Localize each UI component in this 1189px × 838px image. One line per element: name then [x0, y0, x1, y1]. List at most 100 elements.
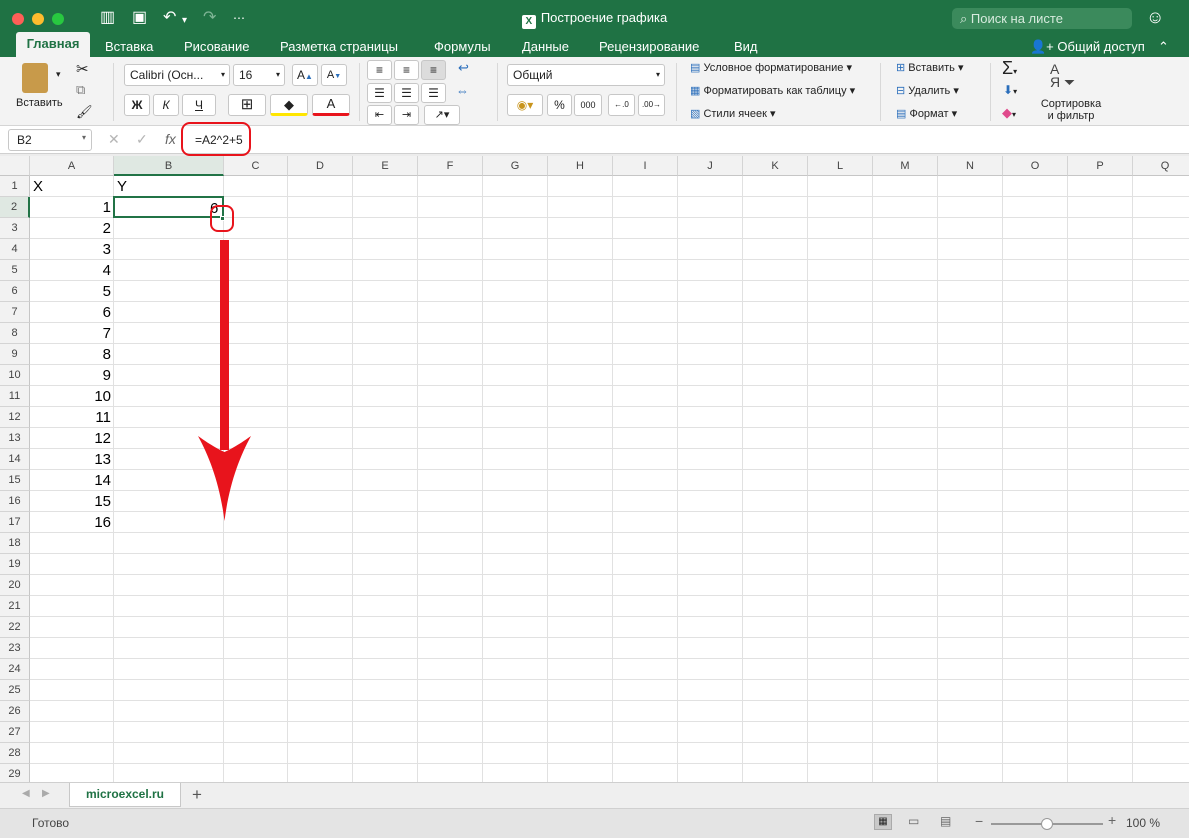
- row-header-28[interactable]: 28: [0, 743, 30, 764]
- align-bottom-icon[interactable]: ≡: [421, 60, 446, 80]
- row-header-16[interactable]: 16: [0, 491, 30, 512]
- cell-A17[interactable]: 16: [30, 512, 111, 533]
- paste-button-label[interactable]: Вставить: [16, 97, 63, 109]
- paste-dropdown-icon[interactable]: ▾: [56, 69, 61, 80]
- column-header-G[interactable]: G: [483, 156, 548, 176]
- row-header-7[interactable]: 7: [0, 302, 30, 323]
- collapse-ribbon-icon[interactable]: ⌃: [1158, 37, 1169, 57]
- fill-icon[interactable]: ⬇▾: [1003, 83, 1017, 97]
- cell-styles-button[interactable]: ▧ Стили ячеек ▾: [690, 107, 776, 120]
- decrease-decimal-icon[interactable]: .00→: [638, 94, 665, 116]
- row-header-26[interactable]: 26: [0, 701, 30, 722]
- column-header-C[interactable]: C: [224, 156, 288, 176]
- next-sheet-icon[interactable]: ▶: [42, 788, 50, 799]
- text-orientation-icon[interactable]: ↗▾: [424, 105, 460, 125]
- row-header-4[interactable]: 4: [0, 239, 30, 260]
- cell-A10[interactable]: 9: [30, 365, 111, 386]
- row-header-14[interactable]: 14: [0, 449, 30, 470]
- column-header-A[interactable]: A: [30, 156, 114, 176]
- column-header-N[interactable]: N: [938, 156, 1003, 176]
- row-header-21[interactable]: 21: [0, 596, 30, 617]
- row-header-20[interactable]: 20: [0, 575, 30, 596]
- sort-filter-button[interactable]: Сортировка и фильтр: [1039, 98, 1103, 122]
- align-center-icon[interactable]: ☰: [394, 83, 419, 103]
- thousands-separator-button[interactable]: 000: [574, 94, 602, 116]
- borders-icon[interactable]: ⊞: [228, 94, 266, 116]
- row-header-22[interactable]: 22: [0, 617, 30, 638]
- increase-indent-icon[interactable]: ⇥: [394, 105, 419, 125]
- normal-view-icon[interactable]: ▦: [874, 814, 892, 830]
- insert-function-icon[interactable]: fx: [165, 131, 176, 147]
- column-header-I[interactable]: I: [613, 156, 678, 176]
- share-button[interactable]: 👤+ Общий доступ: [1030, 37, 1145, 57]
- column-header-Q[interactable]: Q: [1133, 156, 1189, 176]
- cancel-icon[interactable]: ✕: [108, 131, 120, 148]
- sheet-tab[interactable]: microexcel.ru: [69, 783, 181, 807]
- column-header-M[interactable]: M: [873, 156, 938, 176]
- tab-insert[interactable]: Вставка: [105, 37, 153, 57]
- prev-sheet-icon[interactable]: ◀: [22, 788, 30, 799]
- percent-button[interactable]: %: [547, 94, 572, 116]
- tab-formulas[interactable]: Формулы: [434, 37, 491, 57]
- row-header-10[interactable]: 10: [0, 365, 30, 386]
- cell-A8[interactable]: 7: [30, 323, 111, 344]
- name-box-dropdown-icon[interactable]: ▾: [82, 133, 86, 142]
- column-header-P[interactable]: P: [1068, 156, 1133, 176]
- paste-icon[interactable]: [22, 63, 48, 93]
- row-header-23[interactable]: 23: [0, 638, 30, 659]
- column-header-E[interactable]: E: [353, 156, 418, 176]
- font-color-icon[interactable]: A: [312, 94, 350, 116]
- row-header-19[interactable]: 19: [0, 554, 30, 575]
- fill-color-icon[interactable]: ◆: [270, 94, 308, 116]
- tab-draw[interactable]: Рисование: [184, 37, 249, 57]
- cell-A3[interactable]: 2: [30, 218, 111, 239]
- bold-button[interactable]: Ж: [124, 94, 150, 116]
- row-header-25[interactable]: 25: [0, 680, 30, 701]
- cell-A9[interactable]: 8: [30, 344, 111, 365]
- confirm-icon[interactable]: ✓: [136, 131, 148, 148]
- row-header-2[interactable]: 2: [0, 197, 30, 218]
- row-header-3[interactable]: 3: [0, 218, 30, 239]
- column-header-O[interactable]: O: [1003, 156, 1068, 176]
- cell-A7[interactable]: 6: [30, 302, 111, 323]
- tab-page-layout[interactable]: Разметка страницы: [280, 37, 398, 57]
- column-header-D[interactable]: D: [288, 156, 353, 176]
- row-header-5[interactable]: 5: [0, 260, 30, 281]
- page-break-view-icon[interactable]: ▤: [940, 814, 951, 828]
- row-header-11[interactable]: 11: [0, 386, 30, 407]
- row-header-1[interactable]: 1: [0, 176, 30, 197]
- cell-A11[interactable]: 10: [30, 386, 111, 407]
- zoom-slider[interactable]: [991, 818, 1103, 830]
- clear-icon[interactable]: ◆▾: [1002, 105, 1016, 121]
- add-sheet-button[interactable]: +: [192, 785, 202, 805]
- increase-font-icon[interactable]: A▲: [292, 64, 318, 86]
- tab-data[interactable]: Данные: [522, 37, 569, 57]
- row-header-15[interactable]: 15: [0, 470, 30, 491]
- row-header-12[interactable]: 12: [0, 407, 30, 428]
- column-header-B[interactable]: B: [114, 156, 224, 176]
- tab-review[interactable]: Рецензирование: [599, 37, 699, 57]
- font-name-select[interactable]: Calibri (Осн... ▾: [124, 64, 230, 86]
- selected-cell-B2[interactable]: [113, 196, 224, 218]
- align-right-icon[interactable]: ☰: [421, 83, 446, 103]
- feedback-smiley-icon[interactable]: ☺: [1146, 7, 1164, 28]
- cell-A5[interactable]: 4: [30, 260, 111, 281]
- row-header-8[interactable]: 8: [0, 323, 30, 344]
- row-header-9[interactable]: 9: [0, 344, 30, 365]
- cell-A4[interactable]: 3: [30, 239, 111, 260]
- format-painter-icon[interactable]: 🖌: [76, 104, 93, 120]
- select-all-corner[interactable]: [0, 156, 30, 176]
- zoom-in-icon[interactable]: +: [1108, 812, 1116, 828]
- decrease-indent-icon[interactable]: ⇤: [367, 105, 392, 125]
- zoom-out-icon[interactable]: −: [975, 813, 983, 829]
- align-top-icon[interactable]: ≡: [367, 60, 392, 80]
- row-header-29[interactable]: 29: [0, 764, 30, 782]
- cell-A12[interactable]: 11: [30, 407, 111, 428]
- decrease-font-icon[interactable]: A▼: [321, 64, 347, 86]
- zoom-level[interactable]: 100 %: [1126, 816, 1160, 830]
- number-format-select[interactable]: Общий ▾: [507, 64, 665, 86]
- page-layout-view-icon[interactable]: ▭: [908, 814, 919, 828]
- cell-A14[interactable]: 13: [30, 449, 111, 470]
- zoom-slider-handle[interactable]: [1041, 818, 1053, 830]
- align-middle-icon[interactable]: ≡: [394, 60, 419, 80]
